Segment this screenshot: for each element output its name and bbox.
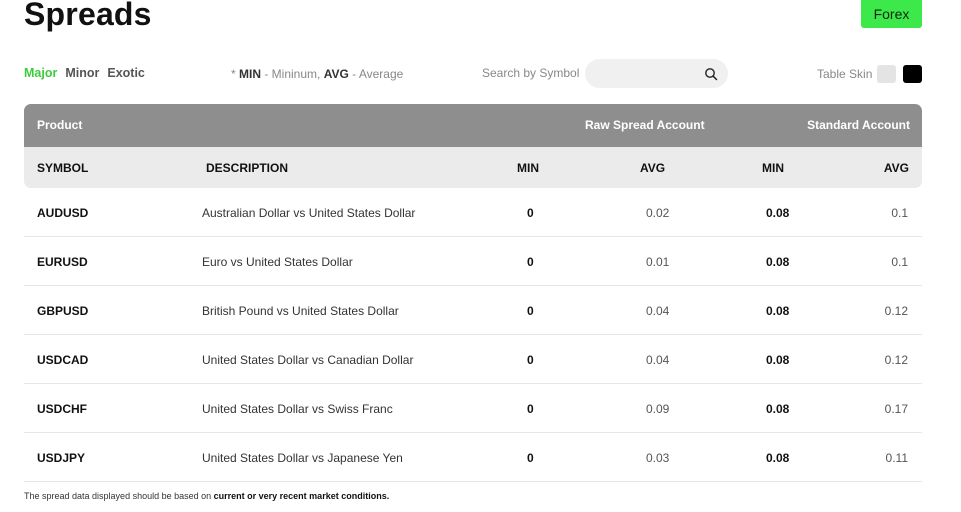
- column-header-symbol: SYMBOL: [37, 161, 89, 175]
- row-std-avg: 0.12: [884, 353, 908, 367]
- group-header-row: Product Raw Spread Account Standard Acco…: [24, 104, 922, 147]
- column-header-description: DESCRIPTION: [206, 161, 289, 175]
- row-std-min: 0.08: [766, 402, 790, 416]
- table-row: GBPUSD British Pound vs United States Do…: [24, 286, 922, 335]
- row-std-avg: 0.17: [884, 402, 908, 416]
- row-symbol: USDCAD: [37, 353, 89, 367]
- row-std-min: 0.08: [766, 353, 790, 367]
- row-symbol: GBPUSD: [37, 304, 89, 318]
- table-skin-label: Table Skin: [817, 67, 873, 81]
- footnote-text: The spread data displayed should be base…: [24, 491, 214, 501]
- table-row: USDCHF United States Dollar vs Swiss Fra…: [24, 384, 922, 433]
- row-description: United States Dollar vs Canadian Dollar: [202, 353, 414, 367]
- page-title: Spreads: [24, 0, 152, 32]
- row-raw-avg: 0.04: [646, 353, 670, 367]
- row-raw-min: 0: [527, 206, 534, 220]
- footnote: The spread data displayed should be base…: [24, 491, 389, 501]
- row-raw-min: 0: [527, 402, 534, 416]
- group-header-product: Product: [37, 118, 83, 132]
- row-std-avg: 0.11: [885, 451, 908, 465]
- column-header-std-avg: AVG: [883, 161, 909, 175]
- filter-tabs: Major Minor Exotic: [24, 66, 145, 80]
- search-box: [585, 59, 728, 88]
- table-row: EURUSD Euro vs United States Dollar 0 0.…: [24, 237, 922, 286]
- legend-avg-text: - Average: [348, 67, 404, 81]
- column-header-raw-min: MIN: [517, 161, 539, 175]
- skin-dark-swatch[interactable]: [903, 65, 922, 83]
- row-description: Australian Dollar vs United States Dolla…: [202, 206, 416, 220]
- search-label: Search by Symbol: [482, 66, 580, 80]
- legend-avg-key: AVG: [323, 67, 349, 81]
- column-header-std-min: MIN: [762, 161, 784, 175]
- row-raw-avg: 0.01: [646, 255, 670, 269]
- table-row: AUDUSD Australian Dollar vs United State…: [24, 188, 922, 237]
- row-std-avg: 0.12: [884, 304, 908, 318]
- row-description: Euro vs United States Dollar: [202, 255, 353, 269]
- row-raw-min: 0: [527, 353, 534, 367]
- filter-tab-minor[interactable]: Minor: [65, 66, 99, 80]
- legend-min-text: - Mininum,: [261, 67, 324, 81]
- row-std-avg: 0.1: [891, 255, 908, 269]
- group-header-raw-spread: Raw Spread Account: [585, 118, 705, 132]
- footnote-bold: current or very recent market conditions…: [213, 491, 390, 501]
- row-raw-avg: 0.04: [646, 304, 670, 318]
- row-symbol: AUDUSD: [37, 206, 89, 220]
- row-description: United States Dollar vs Japanese Yen: [202, 451, 403, 465]
- filter-tab-major[interactable]: Major: [24, 66, 57, 80]
- row-std-min: 0.08: [766, 304, 790, 318]
- row-raw-avg: 0.03: [646, 451, 670, 465]
- row-std-min: 0.08: [766, 255, 790, 269]
- search-icon[interactable]: [704, 67, 718, 81]
- legend-prefix: *: [231, 67, 240, 81]
- row-description: British Pound vs United States Dollar: [202, 304, 399, 318]
- row-raw-min: 0: [527, 304, 534, 318]
- row-std-min: 0.08: [766, 451, 790, 465]
- forex-button[interactable]: Forex: [861, 0, 922, 28]
- row-symbol: USDJPY: [37, 451, 86, 465]
- row-std-avg: 0.1: [891, 206, 908, 220]
- column-header-row: SYMBOL DESCRIPTION MIN AVG MIN AVG: [24, 147, 922, 188]
- row-description: United States Dollar vs Swiss Franc: [202, 402, 393, 416]
- column-header-raw-avg: AVG: [640, 161, 666, 175]
- row-symbol: EURUSD: [37, 255, 88, 269]
- row-symbol: USDCHF: [37, 402, 87, 416]
- row-raw-avg: 0.09: [646, 402, 670, 416]
- legend-min-key: MIN: [239, 67, 262, 81]
- row-raw-min: 0: [527, 255, 534, 269]
- table-row: USDCAD United States Dollar vs Canadian …: [24, 335, 922, 384]
- group-header-standard: Standard Account: [807, 118, 910, 132]
- row-raw-min: 0: [527, 451, 534, 465]
- row-raw-avg: 0.02: [646, 206, 670, 220]
- filter-tab-exotic[interactable]: Exotic: [107, 66, 145, 80]
- search-input[interactable]: [585, 59, 695, 88]
- skin-light-swatch[interactable]: [877, 65, 896, 83]
- table-row: USDJPY United States Dollar vs Japanese …: [24, 433, 922, 482]
- row-std-min: 0.08: [766, 206, 790, 220]
- legend-note: * MIN - Mininum, AVG - Average: [231, 67, 403, 81]
- spreads-table: Product Raw Spread Account Standard Acco…: [24, 104, 922, 482]
